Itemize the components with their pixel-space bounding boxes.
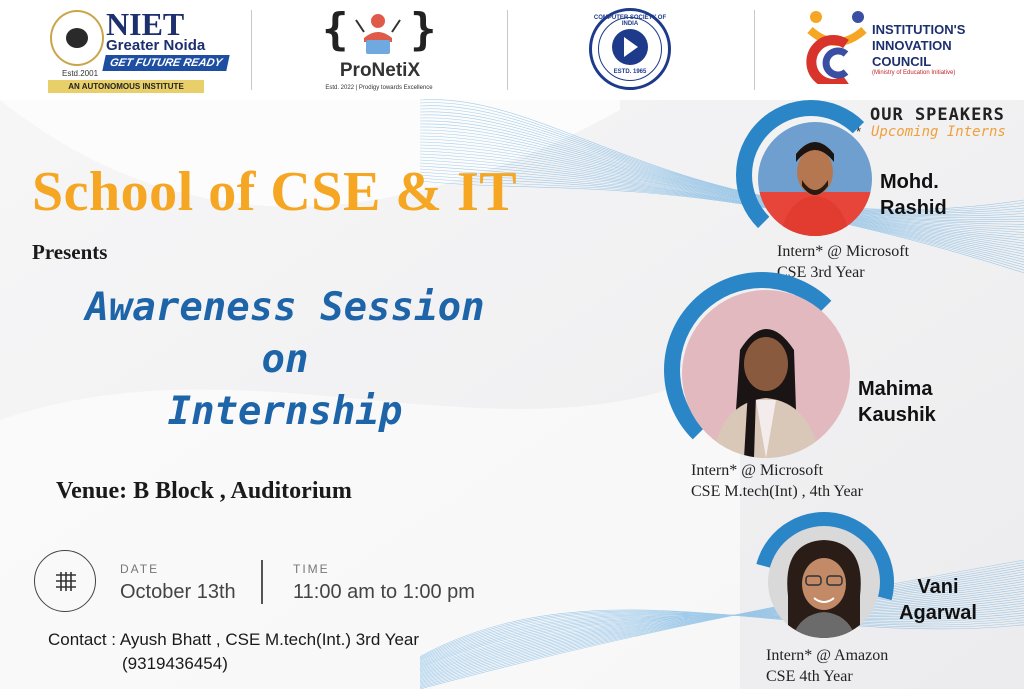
iic-line-1: INSTITUTION'S xyxy=(872,22,966,37)
header-divider xyxy=(507,10,508,90)
iic-logo-icon xyxy=(806,11,867,84)
date-time-divider xyxy=(261,560,263,604)
speaker-2-photo xyxy=(682,290,850,458)
pronetix-left-brace: { xyxy=(322,4,349,55)
speaker-3-role: Intern* @ Amazon CSE 4th Year xyxy=(766,645,888,687)
niet-autonomous-badge: AN AUTONOMOUS INSTITUTE xyxy=(48,80,204,93)
session-title: Awareness Session on Internship xyxy=(30,282,540,438)
speaker-3-photo xyxy=(768,526,880,638)
date-label: DATE xyxy=(120,562,160,576)
niet-city: Greater Noida xyxy=(106,37,206,54)
speaker-3-name: Vani Agarwal xyxy=(898,574,978,626)
csi-name: COMPUTER SOCIETY OF INDIA xyxy=(593,15,667,27)
iic-subtitle: (Ministry of Education Initiative) xyxy=(872,70,956,76)
speaker-2-first-name: Mahima xyxy=(858,378,933,400)
header-divider xyxy=(754,10,755,90)
contact-phone: (9319436454) xyxy=(122,654,228,673)
speakers-heading: OUR SPEAKERS xyxy=(870,105,1005,125)
session-line-1: Awareness Session xyxy=(85,285,485,330)
csi-arrow-icon xyxy=(624,37,638,57)
niet-estd: Estd.2001 xyxy=(62,69,99,78)
iic-title: INSTITUTION'S INNOVATION COUNCIL xyxy=(872,22,965,70)
session-line-2: on xyxy=(261,337,309,382)
speaker-2-name: Mahima Kaushik xyxy=(858,376,936,428)
csi-logo: COMPUTER SOCIETY OF INDIA ESTD. 1965 xyxy=(589,8,671,90)
time-value: 11:00 am to 1:00 pm xyxy=(293,581,475,603)
speaker-3-company: Intern* @ Amazon xyxy=(766,647,889,664)
speakers-subheading: Upcoming Interns xyxy=(871,124,1006,140)
speaker-3-year: CSE 4th Year xyxy=(766,668,853,685)
speaker-1-first-name: Mohd. xyxy=(880,171,939,193)
header-divider xyxy=(251,10,252,90)
speaker-1-role: Intern* @ Microsoft CSE 3rd Year xyxy=(777,241,909,283)
speaker-1-name: Mohd. Rashid xyxy=(880,169,947,221)
speaker-2-role: Intern* @ Microsoft CSE M.tech(Int) , 4t… xyxy=(691,460,863,502)
speaker-1-company: Intern* @ Microsoft xyxy=(777,243,910,260)
speaker-1-photo xyxy=(758,122,872,236)
presents-label: Presents xyxy=(32,240,108,264)
csi-estd: ESTD. 1965 xyxy=(613,69,647,75)
time-label: TIME xyxy=(293,562,330,576)
calendar-grid-icon xyxy=(56,572,76,591)
session-line-3: Internship xyxy=(167,389,403,434)
date-value: October 13th xyxy=(120,581,236,603)
contact-info: Contact : Ayush Bhatt , CSE M.tech(Int.)… xyxy=(48,630,420,649)
pronetix-name: ProNetiX xyxy=(339,60,421,81)
iic-line-3: COUNCIL xyxy=(872,54,932,69)
speaker-2-year: CSE M.tech(Int) , 4th Year xyxy=(691,483,863,500)
niet-tagline: GET FUTURE READY xyxy=(102,55,230,71)
pronetix-figure-icon xyxy=(355,14,401,54)
pronetix-subtitle: Estd. 2022 | Prodigy towards Excellence xyxy=(325,85,433,91)
pronetix-right-brace: } xyxy=(410,4,437,55)
venue: Venue: B Block , Auditorium xyxy=(56,478,352,504)
iic-line-2: INNOVATION xyxy=(872,38,952,53)
speaker-3-first-name: Vani xyxy=(917,576,959,598)
niet-name: NIET xyxy=(106,6,185,42)
speaker-2-last-name: Kaushik xyxy=(858,404,936,426)
speaker-2-company: Intern* @ Microsoft xyxy=(691,462,824,479)
niet-crest-logo xyxy=(50,10,104,66)
school-title: School of CSE & IT xyxy=(32,161,518,223)
speaker-1-last-name: Rashid xyxy=(880,197,947,219)
speaker-3-last-name: Agarwal xyxy=(899,602,977,624)
